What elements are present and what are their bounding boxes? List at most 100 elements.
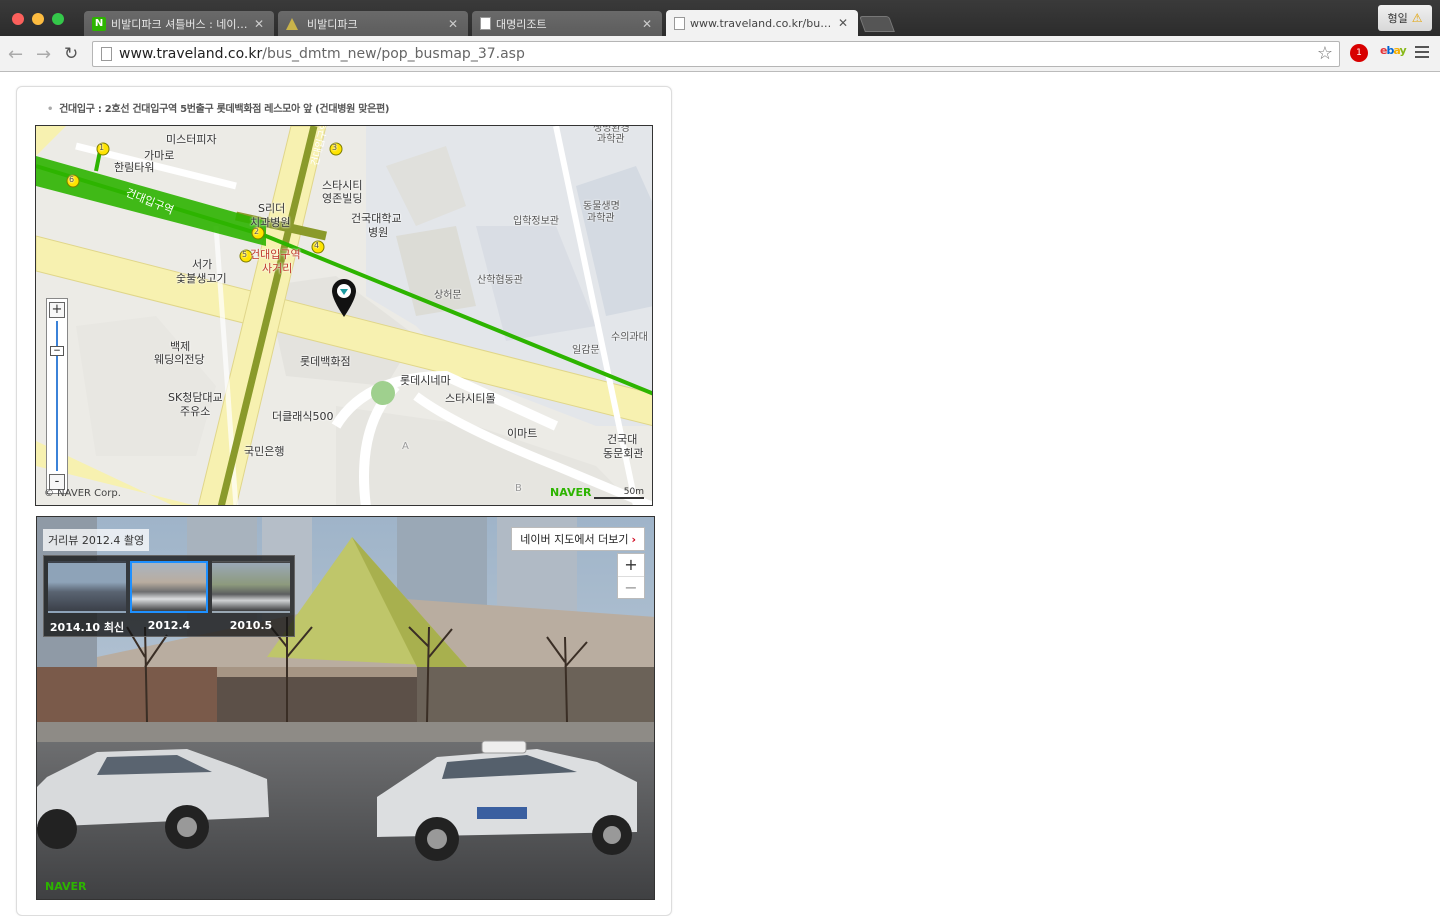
map-label: 치과병원 <box>250 216 291 229</box>
url-host: www.traveland.co.kr <box>119 46 263 62</box>
streetview-thumb-label: 2012.4 <box>147 619 191 632</box>
streetview-thumb[interactable]: 2014.10 최신 <box>48 561 126 635</box>
map-label: B <box>515 483 522 494</box>
view-in-naver-map-button[interactable]: 네이버 지도에서 더보기 › <box>511 527 645 551</box>
map-label: 건국대학교 <box>351 212 402 225</box>
map-label: 숯불생고기 <box>176 272 227 285</box>
streetview-zoom-out-button[interactable]: − <box>618 576 644 598</box>
streetview-thumb-image <box>130 561 208 613</box>
map-label: 롯데시네마 <box>400 374 451 387</box>
browser-toolbar: ← → ↻ www.traveland.co.kr/bus_dmtm_new/p… <box>0 36 1440 72</box>
exit-number: 6 <box>69 175 75 184</box>
view-in-naver-map-label: 네이버 지도에서 더보기 <box>520 533 629 546</box>
map-label: 일감문 <box>572 345 600 356</box>
tab-traveland[interactable]: www.traveland.co.kr/bus_d ✕ <box>666 10 858 36</box>
exit-number: 4 <box>314 241 320 250</box>
adblock-count: 1 <box>1356 48 1362 58</box>
street-view[interactable]: 거리뷰 2012.4 촬영 2014.10 최신 2012.4 2010.5 네… <box>36 516 655 900</box>
chevron-right-icon: › <box>631 533 636 546</box>
page-caption: 건대입구 : 2호선 건대입구역 5번출구 롯데백화점 레스모아 앞 (건대병원… <box>47 100 389 115</box>
close-window-button[interactable] <box>12 13 24 25</box>
exit-number: 1 <box>99 143 105 152</box>
tab-title: 대명리조트 <box>496 17 547 31</box>
exit-number: 5 <box>242 250 248 259</box>
bookmark-star-icon[interactable]: ☆ <box>1317 43 1333 64</box>
content-card: 건대입구 : 2호선 건대입구역 5번출구 롯데백화점 레스모아 앞 (건대병원… <box>16 86 672 916</box>
page-icon <box>101 47 112 61</box>
map-label: 서가 <box>192 258 213 271</box>
map-scale: 50m <box>594 487 644 499</box>
streetview-zoom-in-button[interactable]: + <box>618 554 644 576</box>
map-label: 과학관 <box>597 134 625 145</box>
tab-naver[interactable]: N 비발디파크 셔틀버스 : 네이버 통 ✕ <box>84 11 274 36</box>
streetview-thumb-label: 2014.10 최신 <box>49 621 125 634</box>
tab-daemyung[interactable]: 대명리조트 ✕ <box>472 11 662 36</box>
naver-logo[interactable]: NAVER <box>550 486 591 499</box>
map-label: 건국대 <box>607 433 638 446</box>
map-label: 영존빌딩 <box>322 192 363 205</box>
map-label: 병원 <box>368 226 389 239</box>
minimize-window-button[interactable] <box>32 13 44 25</box>
profile-button[interactable]: 형일 ⚠ <box>1378 5 1432 31</box>
map-label: 스타시티몰 <box>445 392 496 405</box>
adblock-icon[interactable]: 1 <box>1350 44 1368 62</box>
map-zoom-control: + − - <box>46 298 68 494</box>
map-label: A <box>402 441 409 452</box>
zoom-slider-handle[interactable]: − <box>50 346 64 356</box>
tab-strip: N 비발디파크 셔틀버스 : 네이버 통 ✕ 비발디파크 ✕ 대명리조트 ✕ w… <box>0 0 1440 36</box>
map-label: 스타시티 <box>322 179 363 192</box>
map-label: 수의과대 <box>611 332 648 343</box>
map-label: 사거리 <box>262 262 293 275</box>
tab-title: 비발디파크 <box>307 17 358 31</box>
warning-icon: ⚠ <box>1411 11 1423 25</box>
url-path: /bus_dmtm_new/pop_busmap_37.asp <box>262 46 525 62</box>
triangle-icon <box>286 17 298 30</box>
map-label: 주유소 <box>180 405 211 418</box>
ebay-extension-icon[interactable]: ebay <box>1380 44 1407 57</box>
map-label: 롯데백화점 <box>300 355 351 368</box>
new-tab-button[interactable] <box>859 16 895 32</box>
streetview-thumb[interactable]: 2012.4 <box>130 561 208 635</box>
map-label: 미스터피자 <box>166 133 217 146</box>
zoom-track[interactable] <box>56 321 58 471</box>
map-view[interactable]: 1 3 6 2 4 5 미스터피자 가마로 한림타워 건대입구역 S리더 치과병… <box>35 125 653 506</box>
map-label: SK청담대교 <box>168 391 223 404</box>
document-icon <box>480 17 491 30</box>
close-tab-icon[interactable]: ✕ <box>640 17 654 31</box>
map-zoom-in-button[interactable]: + <box>49 302 65 318</box>
close-tab-icon[interactable]: ✕ <box>836 16 850 30</box>
tab-title: www.traveland.co.kr/bus_d <box>690 16 832 30</box>
streetview-thumb[interactable]: 2010.5 <box>212 561 290 635</box>
document-icon <box>674 16 685 30</box>
exit-number: 3 <box>332 143 338 152</box>
streetview-history-panel: 2014.10 최신 2012.4 2010.5 <box>43 555 295 637</box>
naver-logo[interactable]: NAVER <box>45 880 86 893</box>
map-label: 동문회관 <box>603 447 644 460</box>
back-button[interactable]: ← <box>8 44 23 65</box>
forward-button[interactable]: → <box>36 44 51 65</box>
streetview-thumb-label: 2010.5 <box>229 619 273 632</box>
streetview-zoom-control: + − <box>617 553 645 599</box>
map-label: 국민은행 <box>244 445 285 458</box>
close-tab-icon[interactable]: ✕ <box>446 17 460 31</box>
menu-icon[interactable] <box>1415 46 1429 61</box>
streetview-thumb-image <box>212 561 290 613</box>
naver-icon: N <box>92 16 106 31</box>
map-copyright: © NAVER Corp. <box>44 488 121 499</box>
profile-name: 형일 <box>1387 12 1408 25</box>
reload-button[interactable]: ↻ <box>64 44 78 64</box>
address-bar[interactable]: www.traveland.co.kr/bus_dmtm_new/pop_bus… <box>92 41 1340 67</box>
tab-title: 비발디파크 셔틀버스 : 네이버 통 <box>111 17 248 31</box>
map-label: 과학관 <box>587 213 615 224</box>
maximize-window-button[interactable] <box>52 13 64 25</box>
close-tab-icon[interactable]: ✕ <box>252 17 266 31</box>
map-label: 동물생명 <box>583 201 620 212</box>
streetview-date-label: 거리뷰 2012.4 촬영 <box>43 529 150 551</box>
tab-vivaldi[interactable]: 비발디파크 ✕ <box>278 11 468 36</box>
map-label: 건대입구역 <box>250 248 301 261</box>
map-label: 산학협동관 <box>477 275 523 286</box>
streetview-thumb-image <box>48 561 126 613</box>
map-label: 더클래식500 <box>272 410 334 423</box>
map-label: 상허문 <box>434 290 462 301</box>
map-label: 이마트 <box>507 427 538 440</box>
